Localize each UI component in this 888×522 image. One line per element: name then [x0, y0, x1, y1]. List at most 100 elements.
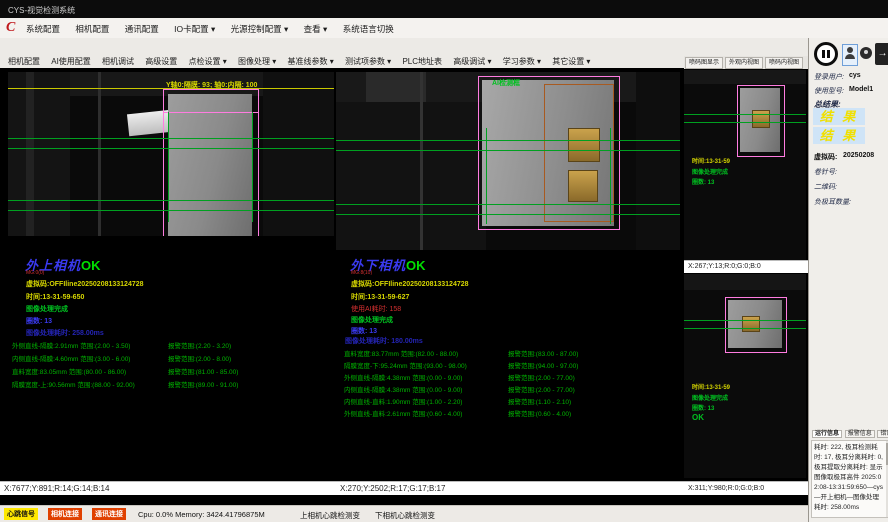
- virtual-code-label: 虚拟码:: [814, 152, 837, 162]
- left-meas-2: 内侧直线-隔膜:4.60mm 范围:(3.00 - 6.00): [12, 353, 130, 363]
- qr-code-label: 二维码:: [814, 182, 837, 192]
- lower-camera-image[interactable]: AI检测框: [336, 72, 680, 250]
- needle-no-label: 卷针号:: [814, 167, 837, 177]
- log-tab-error[interactable]: 错误信息: [877, 430, 888, 438]
- lower-meas-1: 直料宽度:83.77mm 范围:(82.00 - 88.00): [344, 348, 458, 358]
- tool-advanced-settings[interactable]: 高级设置: [145, 57, 177, 66]
- tool-plc-address[interactable]: PLC地址表: [402, 57, 442, 66]
- menu-system-config[interactable]: 系统配置: [26, 24, 60, 34]
- side-tab-1[interactable]: 喷码图显示: [685, 57, 723, 69]
- exit-icon: →: [878, 48, 888, 59]
- lower-alarm-3: 报警范围:(2.00 - 77.00): [508, 372, 575, 382]
- neg-tab-count-label: 负极耳数量:: [814, 197, 851, 207]
- lower-camera-status-line: X:270;Y:2502;R:17;G:17;B:17: [336, 481, 684, 495]
- left-meas-4: 隔膜宽度-上:90.56mm 范围:(88.00 - 92.00): [12, 379, 135, 389]
- app-window: CYS-视觉检测系统 C 系统配置 相机配置 通讯配置 IO卡配置 ▾ 光源控制…: [0, 0, 888, 522]
- lower-meas-4: 内侧直线-隔膜:4.38mm 范围:(0.00 - 9.00): [344, 384, 462, 394]
- left-alarm-4: 报警范围:(89.00 - 91.00): [168, 379, 238, 389]
- user-value: cys: [849, 72, 861, 79]
- left-camera-status-line: X:7677;Y:891;R:14;G:14;B:14: [0, 481, 338, 495]
- lower-meas-3: 外侧直线-隔膜:4.38mm 范围:(0.00 - 9.00): [344, 372, 462, 382]
- tool-ai-use-config[interactable]: AI使用配置: [51, 57, 91, 66]
- upper-cam-heartbeat-text: 上相机心跳检测变: [300, 510, 360, 521]
- menu-view[interactable]: 查看 ▾: [304, 24, 328, 34]
- model-value: Model1: [849, 86, 873, 93]
- left-camera-sublabel: MG:0(0): [26, 270, 44, 276]
- lower-meas-2: 隔膜宽度-下:95.24mm 范围:(93.00 - 98.00): [344, 360, 467, 370]
- camera-connect-badge: 相机连接: [48, 508, 82, 520]
- left-meas-1: 外侧直线-隔膜:2.91mm 范围:(2.00 - 3.50): [12, 340, 130, 350]
- menu-io-config[interactable]: IO卡配置 ▾: [174, 24, 215, 34]
- operator-icon: [860, 47, 872, 59]
- lower-process-done: 图像处理完成: [351, 315, 393, 325]
- lower-time: 时间:13-31-59-627: [351, 292, 409, 302]
- left-time: 时间:13-31-59-650: [26, 292, 84, 302]
- side-top-line-2: 圈数: 13: [692, 177, 714, 186]
- result-badge-1: 结 果: [813, 108, 865, 125]
- title-bar: CYS-视觉检测系统: [0, 0, 888, 18]
- tool-camera-debug[interactable]: 相机调试: [102, 57, 134, 66]
- user-icon: [847, 47, 853, 53]
- left-alarm-2: 报警范围:(2.00 - 8.00): [168, 353, 231, 363]
- lower-cam-heartbeat-text: 下相机心跳检测变: [375, 510, 435, 521]
- heartbeat-badge: 心跳信号: [4, 508, 38, 520]
- lower-camera-sublabel: MG:8(10): [351, 270, 372, 276]
- left-process-done: 图像处理完成: [26, 304, 68, 314]
- left-camera-image[interactable]: Y轴0:隔膜: 93; 轴0:内隔: 100: [8, 72, 334, 236]
- exit-button[interactable]: →: [875, 43, 888, 65]
- tab-blob-2: [568, 170, 598, 202]
- left-meas-3: 直料宽度:83.05mm 范围:(80.00 - 86.00): [12, 366, 126, 376]
- side-top-time: 时间:13-31-59: [692, 156, 730, 165]
- side-bottom-status-line: X:311;Y:980;R:0;G:0;B:0: [684, 481, 810, 495]
- log-text: 耗时: 222, 极耳检测耗时: 17, 极耳分离耗时: 0, 极耳提取分离耗时…: [814, 444, 883, 511]
- user-login-button[interactable]: [842, 44, 858, 66]
- model-label: 使用型号:: [814, 86, 844, 96]
- pause-button[interactable]: [814, 42, 838, 66]
- virtual-code-value: 20250208: [843, 152, 874, 159]
- lower-barcode: 虚拟码:OFFIline20250208133124728: [351, 279, 469, 289]
- log-box[interactable]: 耗时: 222, 极耳检测耗时: 17, 极耳分离耗时: 0, 极耳提取分离耗时…: [811, 440, 888, 518]
- cpu-memory-text: Cpu: 0.0% Memory: 3424.41796875M: [138, 510, 265, 519]
- menu-comm-config[interactable]: 通讯配置: [125, 24, 159, 34]
- ai-box-label: AI检测框: [492, 78, 520, 88]
- menu-light-config[interactable]: 光源控制配置 ▾: [231, 24, 289, 34]
- tool-baseline-params[interactable]: 基准线参数 ▾: [287, 57, 333, 66]
- side-view-top-image[interactable]: 时间:13-31-59 图像处理完成 圈数: 13: [684, 70, 806, 260]
- tool-image-processing[interactable]: 图像处理 ▾: [238, 57, 276, 66]
- bottom-status-bar: 心跳信号 相机连接 通讯连接 Cpu: 0.0% Memory: 3424.41…: [0, 505, 808, 522]
- lower-turns: 圈数: 13: [351, 326, 377, 336]
- menu-items: 系统配置 相机配置 通讯配置 IO卡配置 ▾ 光源控制配置 ▾ 查看 ▾ 系统语…: [26, 23, 407, 35]
- toolbar: 相机配置 AI使用配置 相机调试 高级设置 点检设置 ▾ 图像处理 ▾ 基准线参…: [8, 56, 599, 67]
- tool-camera-config[interactable]: 相机配置: [8, 57, 40, 66]
- left-alarm-1: 报警范围:(2.20 - 3.20): [168, 340, 231, 350]
- operator-button[interactable]: [859, 44, 873, 64]
- log-tabs: 运行信息 报警信息 错误信息: [812, 428, 888, 437]
- lower-meas-6: 外侧直线-直料:2.61mm 范围:(0.60 - 4.00): [344, 408, 462, 418]
- tool-spot-check[interactable]: 点检设置 ▾: [189, 57, 227, 66]
- lower-alarm-1: 报警范围:(83.00 - 87.00): [508, 348, 578, 358]
- lower-alarm-4: 报警范围:(2.00 - 77.00): [508, 384, 575, 394]
- side-view-bottom-image[interactable]: 时间:13-31-59 图像处理完成 圈数: 13 OK: [684, 274, 806, 478]
- tool-learning-params[interactable]: 学习参数 ▾: [503, 57, 541, 66]
- lower-ai-time: 使用AI耗时: 158: [351, 304, 401, 314]
- log-tab-alarm[interactable]: 报警信息: [845, 430, 875, 438]
- side-top-line-1: 图像处理完成: [692, 167, 728, 176]
- roi-outline-pink-top: [163, 89, 259, 113]
- side-bottom-time: 时间:13-31-59: [692, 382, 730, 391]
- lower-process-time: 图像处理耗时: 180.00ms: [345, 336, 423, 346]
- side-tab-2[interactable]: 外观内视图: [725, 57, 763, 69]
- side-tab-3[interactable]: 喷码内视图: [765, 57, 803, 69]
- tool-other-settings[interactable]: 其它设置 ▾: [552, 57, 590, 66]
- lower-meas-5: 内侧直线-直料:1.90mm 范围:(1.00 - 2.20): [344, 396, 462, 406]
- tool-advanced-debug[interactable]: 高级调试 ▾: [453, 57, 491, 66]
- menu-language-switch[interactable]: 系统语言切换: [343, 24, 394, 34]
- side-view-tabs: 喷码图显示 外观内视图 喷码内视图: [684, 56, 808, 69]
- tool-test-params[interactable]: 测试项参数 ▾: [345, 57, 391, 66]
- log-tab-run[interactable]: 运行信息: [812, 430, 842, 438]
- left-camera-result: OK: [81, 258, 101, 273]
- menu-camera-config[interactable]: 相机配置: [75, 24, 109, 34]
- user-label: 登录用户:: [814, 72, 844, 82]
- lower-alarm-5: 报警范围:(1.10 - 2.10): [508, 396, 571, 406]
- menu-bar: C 系统配置 相机配置 通讯配置 IO卡配置 ▾ 光源控制配置 ▾ 查看 ▾ 系…: [0, 18, 888, 39]
- lower-camera-result: OK: [406, 258, 426, 273]
